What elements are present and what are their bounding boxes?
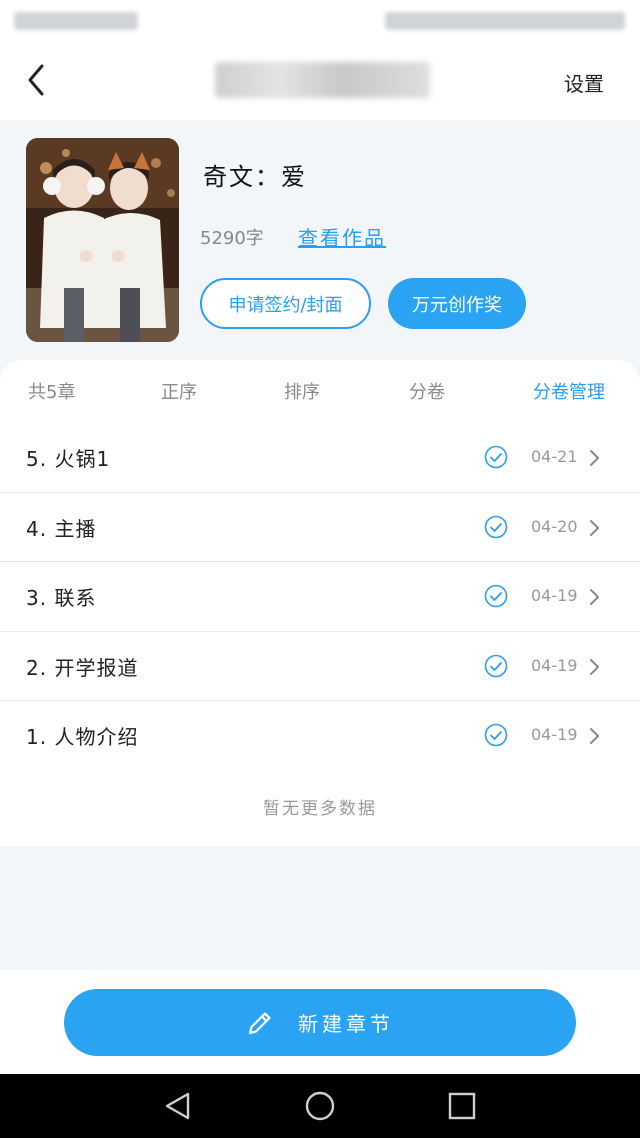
chapter-row[interactable]: 3. 联系 04-19 [0, 562, 640, 632]
chapter-title: 4. 主播 [26, 516, 97, 541]
chapter-date: 04-19 [531, 725, 578, 744]
chapter-row[interactable]: 1. 人物介绍 04-19 [0, 701, 640, 771]
chevron-right-icon [590, 450, 599, 466]
system-nav-bar [0, 1074, 640, 1138]
tab-ascending-order[interactable]: 正序 [161, 378, 197, 404]
chevron-right-icon [590, 728, 599, 744]
chapter-tab-row: 共5章 正序 排序 分卷 分卷管理 [0, 378, 640, 406]
new-chapter-label: 新建章节 [298, 1012, 394, 1036]
settings-link[interactable]: 设置 [564, 68, 604, 97]
chapter-row[interactable]: 4. 主播 04-20 [0, 493, 640, 562]
system-home-icon[interactable] [304, 1090, 336, 1122]
apply-contract-button[interactable]: 申请签约/封面 [200, 278, 371, 329]
status-bar-right-blur [385, 12, 625, 30]
published-check-icon [484, 654, 508, 677]
book-cover-image[interactable] [26, 138, 179, 342]
system-back-icon[interactable] [162, 1090, 194, 1122]
book-title: 奇文：爱 [203, 163, 307, 191]
tab-volume-management[interactable]: 分卷管理 [533, 378, 605, 404]
chevron-right-icon [590, 589, 599, 605]
nav-title-blurred [215, 62, 430, 98]
published-check-icon [484, 723, 508, 747]
chapter-list: 5. 火锅1 04-21 4. 主播 04-20 3. 联系 04-19 2. … [0, 423, 640, 771]
tab-volume[interactable]: 分卷 [409, 378, 445, 404]
chapter-date: 04-20 [531, 516, 578, 536]
no-more-data-text: 暂无更多数据 [263, 799, 377, 819]
published-check-icon [484, 584, 508, 608]
tab-chapter-count: 共5章 [28, 382, 76, 403]
chapter-row[interactable]: 2. 开学报道 04-19 [0, 632, 640, 701]
published-check-icon [484, 515, 508, 538]
pencil-icon [248, 1011, 271, 1034]
chevron-right-icon [590, 519, 599, 536]
word-count: 5290字 [200, 228, 264, 249]
chevron-right-icon [590, 658, 599, 675]
chapters-panel: 共5章 正序 排序 分卷 分卷管理 5. 火锅1 04-21 4. 主播 04-… [0, 360, 640, 846]
chapter-date: 04-21 [531, 447, 578, 466]
status-bar-left-blur [14, 12, 138, 30]
creation-award-button[interactable]: 万元创作奖 [388, 278, 526, 329]
chapter-title: 5. 火锅1 [26, 447, 111, 471]
new-chapter-button[interactable]: 新建章节 [64, 989, 576, 1056]
back-arrow-icon[interactable] [22, 62, 52, 98]
tab-sort[interactable]: 排序 [284, 378, 320, 404]
chapter-title: 1. 人物介绍 [26, 725, 139, 749]
chapter-date: 04-19 [531, 586, 578, 605]
view-works-link[interactable]: 查看作品 [298, 222, 386, 251]
chapter-date: 04-19 [531, 655, 578, 675]
chapter-row[interactable]: 5. 火锅1 04-21 [0, 423, 640, 493]
chapter-title: 3. 联系 [26, 586, 97, 610]
published-check-icon [484, 445, 508, 469]
bottom-action-area: 新建章节 [0, 970, 640, 1074]
system-recents-icon[interactable] [446, 1090, 478, 1122]
book-header: 奇文：爱 5290字 查看作品 申请签约/封面 万元创作奖 [0, 120, 640, 365]
nav-bar: 设置 [0, 40, 640, 120]
status-bar [0, 0, 640, 40]
chapter-title: 2. 开学报道 [26, 655, 139, 680]
